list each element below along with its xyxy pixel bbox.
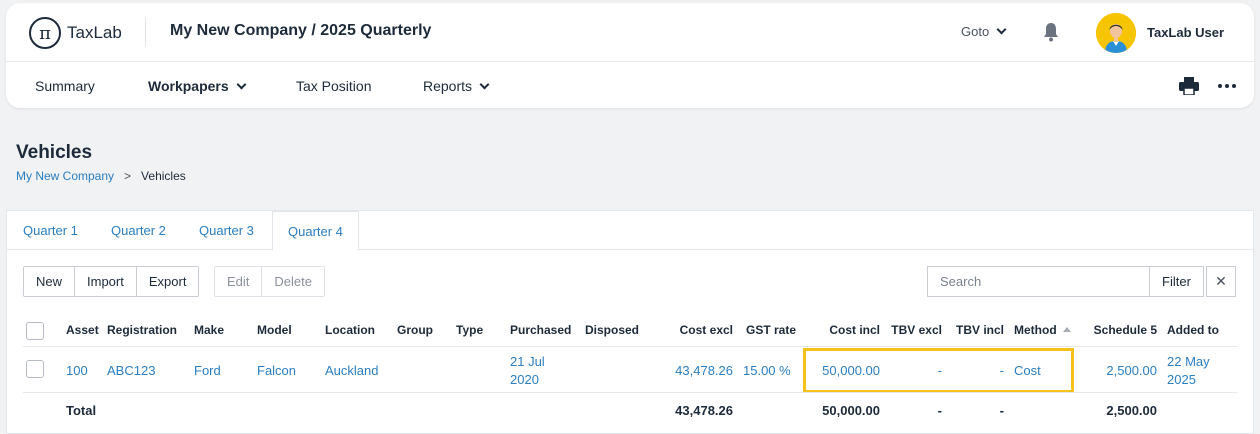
notification-bell-icon[interactable] (1043, 22, 1059, 42)
logo-pi-icon: π (29, 17, 61, 49)
col-tbv-excl[interactable]: TBV excl (887, 323, 942, 337)
tab-quarter-3[interactable]: Quarter 3 (199, 223, 254, 238)
edit-actions: Edit Delete (214, 266, 325, 297)
goto-dropdown[interactable]: Goto (961, 24, 1007, 39)
breadcrumb-company-link[interactable]: My New Company (16, 169, 114, 183)
cell-schedule-5[interactable]: 2,500.00 (1087, 363, 1157, 378)
import-button[interactable]: Import (75, 267, 137, 296)
search-input[interactable] (927, 266, 1150, 297)
tab-quarter-2[interactable]: Quarter 2 (111, 223, 166, 238)
edit-button[interactable]: Edit (215, 267, 263, 296)
breadcrumb-current: Vehicles (141, 169, 186, 183)
cell-make[interactable]: Ford (194, 363, 221, 378)
total-label: Total (66, 403, 97, 418)
nav-summary[interactable]: Summary (35, 78, 95, 94)
col-purchased[interactable]: Purchased (510, 323, 571, 337)
row-divider-line (23, 392, 1237, 393)
col-added-to[interactable]: Added to (1167, 323, 1219, 337)
total-cost-excl: 43,478.26 (675, 403, 733, 418)
cell-registration[interactable]: ABC123 (107, 363, 155, 378)
user-avatar[interactable] (1096, 13, 1136, 53)
primary-actions: New Import Export (23, 266, 200, 297)
nav-workpapers-label: Workpapers (148, 78, 229, 94)
col-make[interactable]: Make (194, 323, 224, 337)
col-disposed[interactable]: Disposed (585, 323, 639, 337)
top-bar: π TaxLab My New Company / 2025 Quarterly… (6, 3, 1254, 62)
col-type[interactable]: Type (456, 323, 483, 337)
nav-workpapers[interactable]: Workpapers (148, 78, 247, 94)
clear-filter-button[interactable]: ✕ (1206, 266, 1236, 297)
quarter-tabs: Quarter 1 Quarter 2 Quarter 3 Quarter 4 (7, 211, 1253, 251)
filter-button[interactable]: Filter (1149, 266, 1204, 297)
chevron-down-icon (236, 79, 247, 89)
col-method[interactable]: Method (1014, 323, 1071, 337)
nav-tax-position[interactable]: Tax Position (296, 78, 371, 94)
header-divider (145, 18, 146, 46)
sort-ascending-icon (1062, 327, 1071, 332)
total-tbv-excl: - (937, 403, 942, 418)
export-button[interactable]: Export (136, 267, 199, 296)
tab-quarter-4[interactable]: Quarter 4 (272, 211, 359, 251)
col-gst-rate[interactable]: GST rate (746, 323, 796, 337)
more-options-icon[interactable] (1218, 84, 1236, 88)
col-schedule-5[interactable]: Schedule 5 (1087, 323, 1157, 337)
total-tbv-incl: - (999, 403, 1004, 418)
breadcrumb-separator: > (124, 169, 132, 183)
cell-gst-rate[interactable]: 15.00 % (743, 363, 791, 378)
col-method-label: Method (1014, 323, 1057, 337)
vehicles-panel: Quarter 1 Quarter 2 Quarter 3 Quarter 4 … (6, 210, 1254, 434)
col-tbv-incl[interactable]: TBV incl (952, 323, 1004, 337)
tab-quarter-1[interactable]: Quarter 1 (23, 223, 78, 238)
nav-reports-label: Reports (423, 78, 473, 94)
col-group[interactable]: Group (397, 323, 433, 337)
highlight-box (803, 348, 1074, 393)
breadcrumb: My New Company > Vehicles (16, 169, 186, 183)
col-cost-excl[interactable]: Cost excl (667, 323, 733, 337)
col-cost-incl[interactable]: Cost incl (817, 323, 880, 337)
chevron-down-icon (996, 24, 1007, 35)
row-select-checkbox[interactable] (26, 360, 44, 378)
logo-text: TaxLab (67, 23, 122, 42)
user-name[interactable]: TaxLab User (1147, 25, 1224, 40)
delete-button[interactable]: Delete (262, 267, 324, 296)
total-schedule-5: 2,500.00 (1106, 403, 1157, 418)
cell-purchased-year[interactable]: 2020 (510, 372, 539, 387)
logo[interactable]: π TaxLab (29, 17, 122, 49)
header-divider-line (23, 346, 1237, 347)
col-asset[interactable]: Asset (66, 323, 99, 337)
cell-purchased-date[interactable]: 21 Jul (510, 354, 545, 369)
chevron-down-icon (479, 79, 490, 89)
nav-summary-label: Summary (35, 78, 95, 94)
page-title: Vehicles (16, 142, 93, 163)
company-period-title: My New Company / 2025 Quarterly (170, 22, 432, 39)
col-location[interactable]: Location (325, 323, 375, 337)
print-icon[interactable] (1179, 77, 1199, 95)
main-nav: Summary Workpapers Tax Position Reports (6, 63, 1254, 108)
cell-location[interactable]: Auckland (325, 363, 378, 378)
col-model[interactable]: Model (257, 323, 292, 337)
user-avatar-icon (1096, 13, 1136, 53)
cell-asset[interactable]: 100 (66, 363, 88, 378)
total-cost-incl: 50,000.00 (822, 403, 880, 418)
cell-model[interactable]: Falcon (257, 363, 296, 378)
goto-label: Goto (961, 24, 990, 39)
nav-tax-position-label: Tax Position (296, 78, 372, 94)
cell-added-year[interactable]: 2025 (1167, 372, 1196, 387)
cell-added-date[interactable]: 22 May (1167, 354, 1210, 369)
select-all-checkbox[interactable] (26, 322, 44, 340)
header-card: π TaxLab My New Company / 2025 Quarterly… (6, 3, 1254, 108)
new-button[interactable]: New (24, 267, 76, 296)
nav-reports[interactable]: Reports (423, 78, 490, 94)
cell-cost-excl[interactable]: 43,478.26 (663, 363, 733, 378)
col-registration[interactable]: Registration (107, 323, 177, 337)
